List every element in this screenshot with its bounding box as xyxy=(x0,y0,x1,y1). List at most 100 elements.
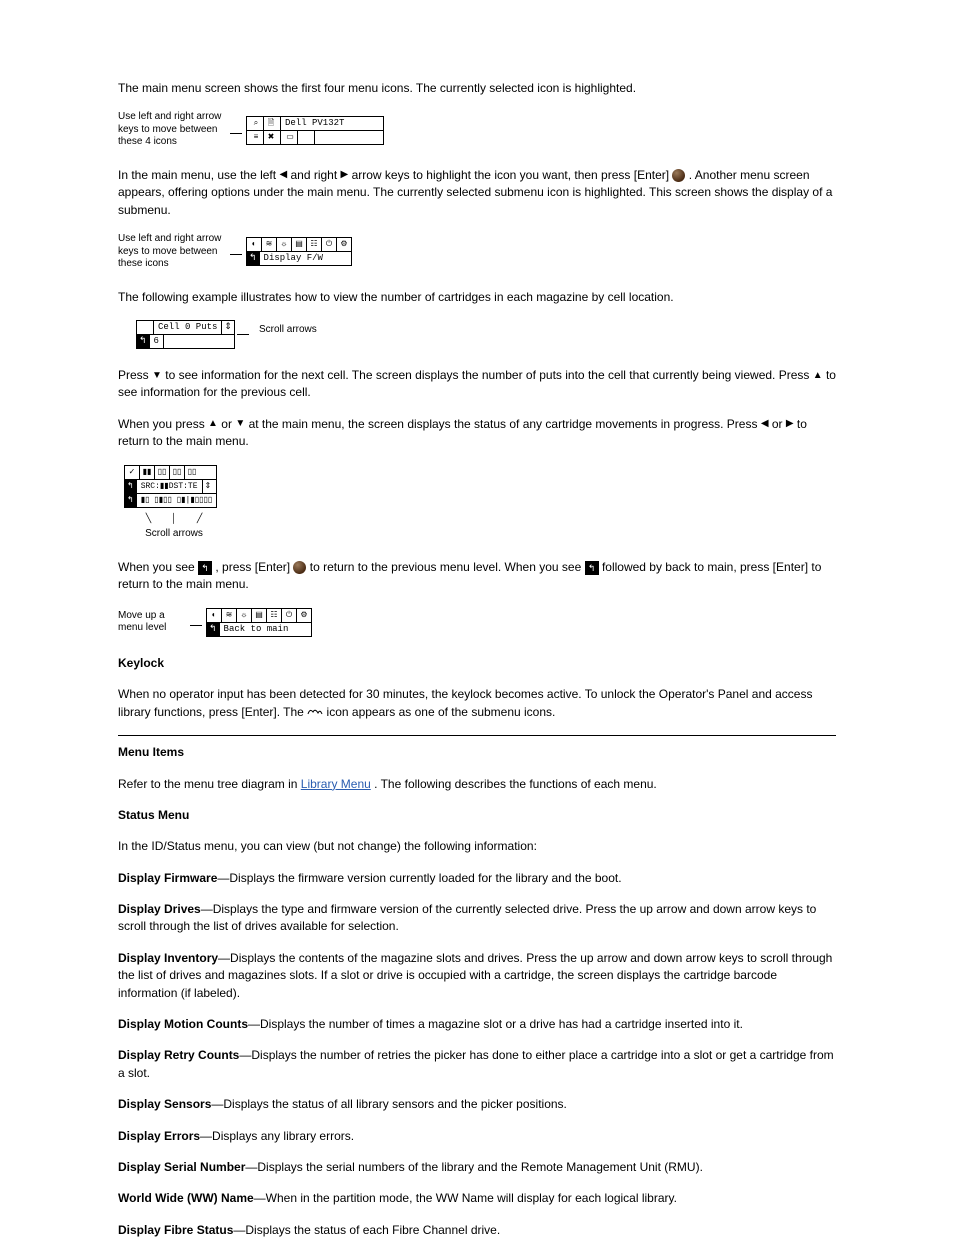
back-paragraph: When you see ↰ , press [Enter] to return… xyxy=(118,559,836,594)
intro-paragraph: The main menu screen shows the first fou… xyxy=(118,80,836,97)
list-item: Display Retry Counts—Displays the number… xyxy=(118,1047,836,1082)
text: at the main menu, the screen displays th… xyxy=(249,417,761,431)
figure-submenu: Use left and right arrow keys to move be… xyxy=(118,233,836,271)
list-item: Display Inventory—Displays the contents … xyxy=(118,950,836,1002)
back-arrow-icon: ↰ xyxy=(198,561,212,575)
cell-title: Cell 0 Puts xyxy=(154,321,222,334)
figure-caption: Use left and right arrow keys to move be… xyxy=(118,111,228,149)
back-icon: ↰ xyxy=(207,623,220,636)
figure-caption: Move up a menu level xyxy=(118,610,188,635)
submenu-icon: ≋ xyxy=(222,609,237,622)
status-text: SRC:▮▮DST:TE xyxy=(137,480,203,493)
cell-value: 6 xyxy=(150,335,164,348)
list-item: Display Drives—Displays the type and fir… xyxy=(118,901,836,936)
scroll-arrows-label: Scroll arrows xyxy=(124,527,224,542)
left-arrow-icon: ◀ xyxy=(279,168,287,183)
submenu-icon: ▤ xyxy=(252,609,267,622)
submenu-icon: ⏻ xyxy=(282,609,297,622)
status-text: ▮▯ ▯▮▯▯ ▯▮|▮▯▯▯▯ xyxy=(137,494,217,507)
text: When you see xyxy=(118,560,198,574)
status-icon: ▯▯ xyxy=(155,466,170,479)
up-arrow-icon: ▲ xyxy=(813,369,823,384)
keylock-paragraph: When no operator input has been detected… xyxy=(118,686,836,721)
submenu-icon: ≋ xyxy=(262,238,277,251)
menu-icon: 🗎 xyxy=(264,117,278,130)
enter-button-icon xyxy=(293,561,306,574)
heading-status-menu: Status Menu xyxy=(118,807,836,824)
heading-menu-items: Menu Items xyxy=(118,744,836,761)
divider xyxy=(118,735,836,736)
text: or xyxy=(221,417,235,431)
status-icon: ▮▮ xyxy=(140,466,155,479)
submenu-icon: ☼ xyxy=(237,609,252,622)
text: , press [Enter] xyxy=(215,560,293,574)
library-menu-link[interactable]: Library Menu xyxy=(301,777,371,791)
back-icon: ↰ xyxy=(137,335,150,348)
list-item: Display Errors—Displays any library erro… xyxy=(118,1128,836,1145)
lcd-display: ◐ ≋ ☼ ▤ ☷ ⏻ ⚙ ↰ Display F/W xyxy=(246,237,352,266)
down-arrow-icon: ▼ xyxy=(152,369,162,384)
text: to see information for the next cell. Th… xyxy=(165,368,812,382)
down-arrow-icon: ▼ xyxy=(235,417,245,432)
text: Refer to the menu tree diagram in xyxy=(118,777,301,791)
right-arrow-icon: ▶ xyxy=(786,417,794,432)
menu-icon xyxy=(298,131,312,144)
menu-icon: ⌕ xyxy=(249,117,264,130)
list-item: World Wide (WW) Name—When in the partiti… xyxy=(118,1190,836,1207)
submenu-icon: ⏻ xyxy=(322,238,337,251)
list-item: Display Motion Counts—Displays the numbe… xyxy=(118,1016,836,1033)
back-icon: ↰ xyxy=(125,480,137,493)
lcd-display: ◐ ≋ ☼ ▤ ☷ ⏻ ⚙ ↰ Back to main xyxy=(206,608,312,637)
list-item: Display Firmware—Displays the firmware v… xyxy=(118,870,836,887)
list-item: Display Fibre Status—Displays the status… xyxy=(118,1222,836,1239)
text: or xyxy=(772,417,786,431)
status-icon: ▯▯ xyxy=(170,466,185,479)
status-menu-intro: In the ID/Status menu, you can view (but… xyxy=(118,838,836,855)
left-arrow-icon: ◀ xyxy=(761,417,769,432)
submenu-icon: ⚙ xyxy=(297,609,311,622)
heading-keylock: Keylock xyxy=(118,655,836,672)
text: When you press xyxy=(118,417,208,431)
submenu-icon: ☷ xyxy=(307,238,322,251)
menu-icon: ▭ xyxy=(283,131,298,144)
submenu-paragraph: In the main menu, use the left ◀ and rig… xyxy=(118,167,836,219)
back-icon: ↰ xyxy=(125,494,137,507)
lcd-title: Dell PV132T xyxy=(281,117,348,130)
up-arrow-icon: ▲ xyxy=(208,417,218,432)
status-icon: ✓ xyxy=(125,466,140,479)
lcd-display: ⌕ 🗎 Dell PV132T ≡ ✖ ▭ xyxy=(246,116,384,145)
submenu-icon: ⚙ xyxy=(337,238,351,251)
scroll-arrows-icon: ⇕ xyxy=(222,321,234,334)
text: In the main menu, use the left xyxy=(118,168,279,182)
cell-intro: The following example illustrates how to… xyxy=(118,289,836,306)
menu-intro-paragraph: Refer to the menu tree diagram in Librar… xyxy=(118,776,836,793)
keylock-icon xyxy=(307,704,323,721)
figure-status: ✓ ▮▮ ▯▯ ▯▯ ▯▯ ↰ SRC:▮▮DST:TE ⇕ ↰ ▮▯ ▯▮▯▯… xyxy=(124,465,836,542)
submenu-label: Display F/W xyxy=(260,252,327,265)
figure-main-menu: Use left and right arrow keys to move be… xyxy=(118,111,836,149)
submenu-icon: ◐ xyxy=(207,609,222,622)
submenu-icon: ◐ xyxy=(247,238,262,251)
scroll-paragraph: Press ▼ to see information for the next … xyxy=(118,367,836,402)
submenu-icon: ☼ xyxy=(277,238,292,251)
scroll-arrows-label: Scroll arrows xyxy=(259,323,317,338)
scroll-arrows-icon: ⇕ xyxy=(203,480,214,493)
text: Press xyxy=(118,368,152,382)
figure-caption: Use left and right arrow keys to move be… xyxy=(118,233,228,271)
text: arrow keys to highlight the icon you wan… xyxy=(352,168,673,182)
status-paragraph: When you press ▲ or ▼ at the main menu, … xyxy=(118,416,836,451)
text: . The following describes the functions … xyxy=(374,777,657,791)
menu-icon: ✖ xyxy=(264,131,278,144)
right-arrow-icon: ▶ xyxy=(341,168,349,183)
back-label: Back to main xyxy=(220,623,293,636)
text: to return to the previous menu level. Wh… xyxy=(310,560,585,574)
lcd-display: Cell 0 Puts ⇕ ↰ 6 xyxy=(136,320,235,349)
back-icon: ↰ xyxy=(247,252,260,265)
list-item: Display Serial Number—Displays the seria… xyxy=(118,1159,836,1176)
enter-button-icon xyxy=(672,169,685,182)
back-arrow-icon: ↰ xyxy=(585,561,599,575)
lcd-display: ✓ ▮▮ ▯▯ ▯▯ ▯▯ ↰ SRC:▮▮DST:TE ⇕ ↰ ▮▯ ▯▮▯▯… xyxy=(124,465,217,508)
text: and right xyxy=(290,168,340,182)
figure-cell: Cell 0 Puts ⇕ ↰ 6 Scroll arrows xyxy=(136,320,836,349)
text: icon appears as one of the submenu icons… xyxy=(327,705,556,719)
